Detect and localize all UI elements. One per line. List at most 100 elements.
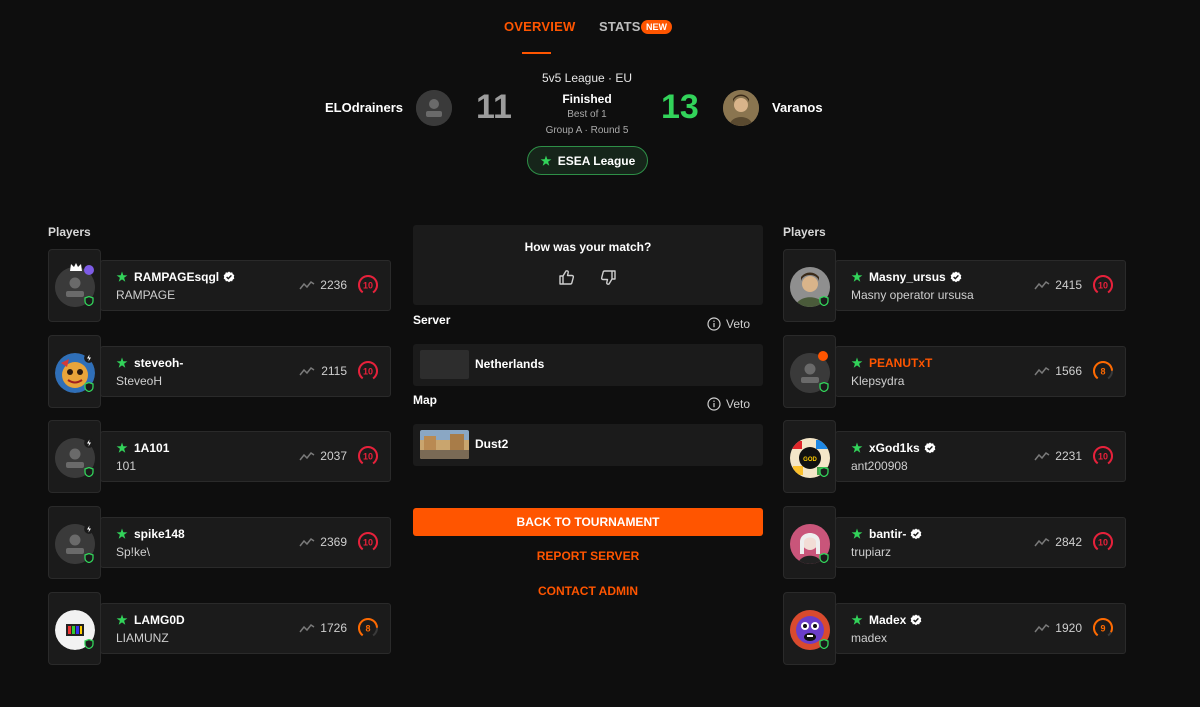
map-select[interactable]: Dust2 — [413, 424, 763, 466]
player-avatar-card[interactable] — [48, 506, 101, 579]
thumbs-down-icon[interactable] — [600, 269, 617, 286]
player-avatar-card[interactable] — [48, 420, 101, 493]
player-nickname-text: LAMG0D — [134, 613, 185, 627]
player-info-card[interactable]: Masny_ursus Masny operator ursusa 2415 10 — [835, 260, 1126, 311]
player-avatar-card[interactable] — [783, 249, 836, 322]
player-nickname[interactable]: bantir- — [869, 527, 922, 541]
player-row[interactable]: GOD xGod1ks ant200908 2231 10 — [783, 420, 1126, 493]
player-nickname-text: RAMPAGEsqgl — [134, 270, 220, 284]
player-avatar-card[interactable] — [48, 335, 101, 408]
player-avatar-card[interactable] — [783, 335, 836, 408]
player-real-name: Klepsydra — [851, 374, 905, 388]
elo-trend-icon — [299, 537, 315, 547]
player-info-card[interactable]: bantir-trupiarz 2842 10 — [835, 517, 1126, 568]
purple-star-badge-icon — [84, 265, 94, 275]
player-row[interactable]: bantir-trupiarz 2842 10 — [783, 506, 1126, 579]
player-avatar-card[interactable] — [48, 249, 101, 322]
player-real-name: madex — [851, 631, 888, 645]
esea-star-icon — [116, 357, 128, 368]
elo-trend-icon — [299, 451, 315, 461]
elo-trend-icon — [299, 623, 315, 633]
player-elo: 2415 — [1055, 278, 1082, 292]
player-avatar-card[interactable] — [48, 592, 101, 665]
server-veto-link[interactable]: Veto — [707, 317, 750, 331]
esea-star-icon — [851, 528, 863, 539]
bolt-badge-icon — [84, 353, 94, 363]
player-row[interactable]: RAMPAGEsqgl RAMPAGE 2236 10 — [48, 249, 391, 322]
back-to-tournament-button[interactable]: BACK TO TOURNAMENT — [413, 508, 763, 536]
player-row[interactable]: Madex madex 1920 9 — [783, 592, 1126, 665]
player-nickname[interactable]: 1A101 — [134, 441, 169, 455]
player-elo: 2037 — [320, 449, 347, 463]
skill-level-icon: 9 — [1093, 618, 1113, 638]
skill-level-icon: 8 — [358, 618, 378, 638]
svg-text:10: 10 — [1098, 538, 1108, 548]
map-veto-link[interactable]: Veto — [707, 397, 750, 411]
tab-stats[interactable]: STATS — [599, 19, 641, 34]
player-nickname[interactable]: spike148 — [134, 527, 185, 541]
svg-text:8: 8 — [1100, 367, 1105, 377]
team-right-name[interactable]: Varanos — [772, 100, 823, 115]
svg-text:10: 10 — [363, 281, 373, 291]
elo-trend-icon — [299, 366, 315, 376]
esea-star-icon — [851, 357, 863, 368]
player-info-card[interactable]: 1A101 101 2037 10 — [100, 431, 391, 482]
shield-icon — [819, 382, 829, 392]
shield-icon — [84, 296, 94, 306]
veto-label: Veto — [726, 397, 751, 411]
player-elo: 2369 — [320, 535, 347, 549]
svg-text:8: 8 — [365, 624, 370, 634]
competition-pill[interactable]: ESEA League — [527, 146, 648, 175]
player-nickname-text: PEANUTxT — [869, 356, 933, 370]
player-nickname-text: xGod1ks — [869, 441, 920, 455]
player-row[interactable]: steveoh- SteveoH 2115 10 — [48, 335, 391, 408]
player-nickname[interactable]: PEANUTxT — [869, 356, 932, 370]
svg-text:10: 10 — [363, 452, 373, 462]
player-avatar-card[interactable]: GOD — [783, 420, 836, 493]
player-nickname[interactable]: Madex — [869, 613, 922, 627]
player-row[interactable]: PEANUTxT Klepsydra 1566 8 — [783, 335, 1126, 408]
player-avatar-card[interactable] — [783, 592, 836, 665]
player-nickname[interactable]: LAMG0D — [134, 613, 185, 627]
player-nickname[interactable]: xGod1ks — [869, 441, 936, 455]
skill-level-icon: 10 — [358, 532, 378, 552]
team-right-avatar[interactable] — [723, 90, 759, 126]
player-nickname[interactable]: Masny_ursus — [869, 270, 962, 284]
shield-icon — [84, 467, 94, 477]
thumbs-up-icon[interactable] — [558, 269, 575, 286]
player-info-card[interactable]: Madex madex 1920 9 — [835, 603, 1126, 654]
player-info-card[interactable]: LAMG0D LIAMUNZ 1726 8 — [100, 603, 391, 654]
player-row[interactable]: LAMG0D LIAMUNZ 1726 8 — [48, 592, 391, 665]
player-avatar-card[interactable] — [783, 506, 836, 579]
elo-trend-icon — [1034, 537, 1050, 547]
report-server-link[interactable]: REPORT SERVER — [413, 549, 763, 563]
skill-level-icon: 10 — [1093, 275, 1113, 295]
player-info-card[interactable]: spike148 Sp!ke\ 2369 10 — [100, 517, 391, 568]
player-row[interactable]: Masny_ursus Masny operator ursusa 2415 10 — [783, 249, 1126, 322]
player-info-card[interactable]: PEANUTxT Klepsydra 1566 8 — [835, 346, 1126, 397]
elo-trend-icon — [1034, 366, 1050, 376]
player-row[interactable]: 1A101 101 2037 10 — [48, 420, 391, 493]
player-nickname-text: Madex — [869, 613, 907, 627]
group-round-label: Group A · Round 5 — [545, 125, 629, 136]
match-feedback-box: How was your match? — [413, 225, 763, 305]
default-avatar-icon — [416, 90, 452, 126]
esea-star-icon — [851, 442, 863, 453]
player-info-card[interactable]: xGod1ks ant200908 2231 10 — [835, 431, 1126, 482]
player-real-name: Sp!ke\ — [116, 545, 151, 559]
player-nickname[interactable]: steveoh- — [134, 356, 183, 370]
svg-text:10: 10 — [1098, 281, 1108, 291]
player-info-card[interactable]: RAMPAGEsqgl RAMPAGE 2236 10 — [100, 260, 391, 311]
tab-overview[interactable]: OVERVIEW — [504, 19, 575, 34]
contact-admin-link[interactable]: CONTACT ADMIN — [413, 584, 763, 598]
top-tabs: OVERVIEW STATS NEW — [0, 0, 1200, 60]
esea-star-icon — [851, 271, 863, 282]
player-row[interactable]: spike148 Sp!ke\ 2369 10 — [48, 506, 391, 579]
shield-icon — [84, 382, 94, 392]
player-nickname[interactable]: RAMPAGEsqgl — [134, 270, 235, 284]
team-left-name[interactable]: ELOdrainers — [325, 100, 403, 115]
player-info-card[interactable]: steveoh- SteveoH 2115 10 — [100, 346, 391, 397]
team-left-avatar[interactable] — [416, 90, 452, 126]
server-select[interactable]: Netherlands — [413, 344, 763, 386]
shield-icon — [84, 639, 94, 649]
